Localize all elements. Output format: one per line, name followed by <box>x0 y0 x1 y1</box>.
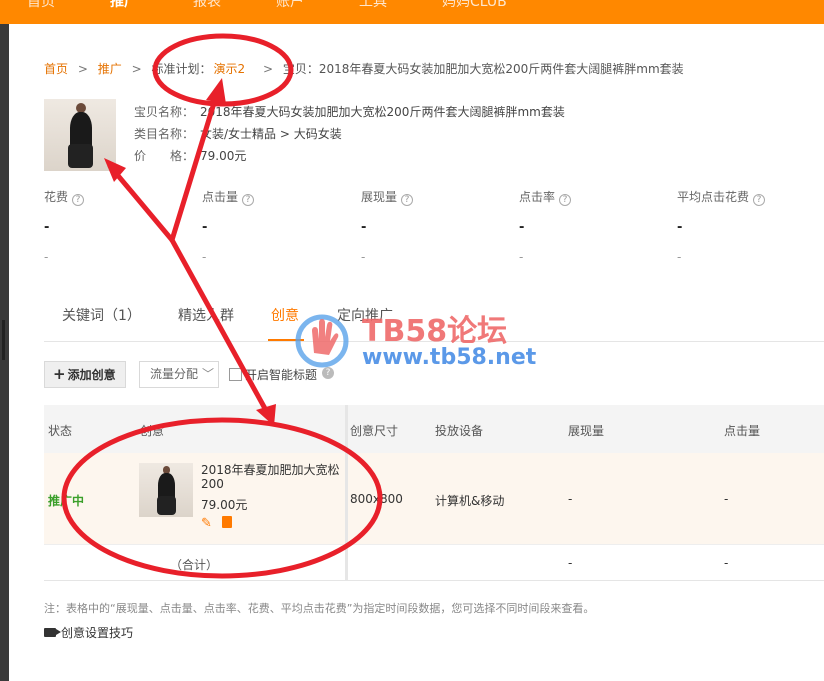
total-clicks: - <box>724 556 729 570</box>
col-device: 投放设备 <box>435 424 484 438</box>
table-note: 注：表格中的“展现量、点击量、点击率、花费、平均点击花费”为指定时间段数据，您可… <box>44 602 595 615</box>
metric-cpc: 平均点击花费? <box>677 188 766 206</box>
annotation-arrow-to-image <box>107 163 175 243</box>
table-row: 推广中 2018年春夏加肥加大宽松200 79.00元 ✎ 800x800 计算… <box>44 453 824 545</box>
creative-tips-label: 创意设置技巧 <box>61 626 134 640</box>
plus-icon: + <box>53 365 66 383</box>
watermark-logo-icon <box>295 314 349 368</box>
creative-tips-link[interactable]: 创意设置技巧 <box>44 624 133 641</box>
nav-item-account[interactable]: 账户 <box>276 0 304 12</box>
status-badge: 推广中 <box>48 494 85 508</box>
help-icon[interactable]: ? <box>401 194 414 206</box>
product-info: 宝贝名称： 2018年春夏大码女装加肥加大宽松200斤两件套大阔腿裤胖mm套装 类… <box>134 101 565 167</box>
breadcrumb-home[interactable]: 首页 <box>44 62 68 76</box>
product-price-label: 价 格： <box>134 149 195 163</box>
metric-label: 点击量 <box>202 190 239 204</box>
creative-clicks: - <box>724 492 729 506</box>
product-category: 女装/女士精品 > 大码女装 <box>200 127 342 141</box>
col-size: 创意尺寸 <box>350 424 399 438</box>
metric-label: 花费 <box>44 190 69 204</box>
metric-change: - <box>677 250 682 264</box>
col-creative: 创意 <box>140 424 165 438</box>
traffic-allocation-dropdown[interactable]: 流量分配 ﹀ <box>139 361 219 388</box>
metric-value: - <box>677 220 683 235</box>
add-creative-button[interactable]: + 添加创意 <box>44 361 126 388</box>
total-impressions: - <box>568 556 573 570</box>
smart-title-checkbox[interactable] <box>229 368 242 381</box>
product-name: 2018年春夏大码女装加肥加大宽松200斤两件套大阔腿裤胖mm套装 <box>200 105 565 119</box>
breadcrumb-separator: > <box>262 62 274 76</box>
help-icon[interactable]: ? <box>753 194 766 206</box>
metric-clicks: 点击量? <box>202 188 255 206</box>
delete-icon[interactable] <box>222 516 232 528</box>
tab-keywords[interactable]: 关键词（1） <box>62 305 141 325</box>
metric-change: - <box>202 250 207 264</box>
video-icon <box>44 628 61 637</box>
col-status: 状态 <box>48 424 73 438</box>
product-price: 79.00元 <box>200 149 247 163</box>
total-label: （合计） <box>170 558 219 572</box>
traffic-allocation-label: 流量分配 <box>150 367 199 381</box>
help-icon[interactable]: ? <box>72 194 85 206</box>
nav-item-promo[interactable]: 推广 <box>110 0 138 12</box>
table-footer: （合计） - - <box>44 545 824 581</box>
col-clicks: 点击量 <box>724 424 761 438</box>
metric-cost: 花费? <box>44 188 85 206</box>
creative-price: 79.00元 <box>201 498 248 512</box>
breadcrumb-separator: > <box>131 62 142 76</box>
watermark: TB58论坛 www.tb58.net <box>292 303 592 383</box>
edit-icon[interactable]: ✎ <box>201 517 214 530</box>
breadcrumb-promo[interactable]: 推广 <box>98 62 122 76</box>
metric-value: - <box>519 220 525 235</box>
column-divider <box>345 405 348 580</box>
breadcrumb-plan-name[interactable]: 演示2 <box>213 62 245 76</box>
help-icon[interactable]: ? <box>242 194 255 206</box>
col-impressions: 展现量 <box>568 424 605 438</box>
metric-impressions: 展现量? <box>361 188 414 206</box>
metric-label: 平均点击花费 <box>677 190 750 204</box>
help-icon[interactable]: ? <box>559 194 572 206</box>
product-name-label: 宝贝名称： <box>134 105 195 119</box>
nav-item-tools[interactable]: 工具 <box>359 0 387 12</box>
sidebar-handle[interactable] <box>2 320 5 360</box>
tab-audience[interactable]: 精选人群 <box>178 305 234 325</box>
metric-ctr: 点击率? <box>519 188 572 206</box>
metric-value: - <box>202 220 208 235</box>
product-image[interactable] <box>44 99 116 171</box>
metric-value: - <box>361 220 367 235</box>
creative-actions: ✎ <box>201 516 232 530</box>
product-category-label: 类目名称： <box>134 127 195 141</box>
creative-title: 2018年春夏加肥加大宽松200 <box>201 463 340 491</box>
table-header: 状态 创意 创意尺寸 投放设备 展现量 点击量 <box>44 405 824 453</box>
top-nav: 首页 推广 报表 账户 工具 妈妈CLUB <box>0 0 824 24</box>
creative-device: 计算机&移动 <box>435 494 505 508</box>
creative-impressions: - <box>568 492 573 506</box>
creative-size: 800x800 <box>350 492 403 506</box>
nav-item-club[interactable]: 妈妈CLUB <box>442 0 507 12</box>
metric-label: 点击率 <box>519 190 556 204</box>
metric-change: - <box>519 250 524 264</box>
add-creative-label: 添加创意 <box>67 368 116 382</box>
chevron-down-icon: ﹀ <box>202 367 215 381</box>
nav-item-home[interactable]: 首页 <box>27 0 55 12</box>
nav-item-report[interactable]: 报表 <box>193 0 221 12</box>
breadcrumb-item: 宝贝：2018年春夏大码女装加肥加大宽松200斤两件套大阔腿裤胖mm套装 <box>282 62 684 76</box>
breadcrumb: 首页 > 推广 > 标准计划： 演示2 > 宝贝：2018年春夏大码女装加肥加大宽… <box>44 60 690 77</box>
metric-change: - <box>44 250 49 264</box>
creative-image[interactable] <box>139 463 193 517</box>
breadcrumb-separator: > <box>77 62 88 76</box>
metric-label: 展现量 <box>361 190 398 204</box>
metric-change: - <box>361 250 366 264</box>
watermark-url: www.tb58.net <box>362 345 537 370</box>
breadcrumb-plan-label: 标准计划： <box>151 62 212 76</box>
left-sidebar-strip <box>0 24 9 681</box>
watermark-title: TB58论坛 <box>362 314 508 349</box>
metric-value: - <box>44 220 50 235</box>
